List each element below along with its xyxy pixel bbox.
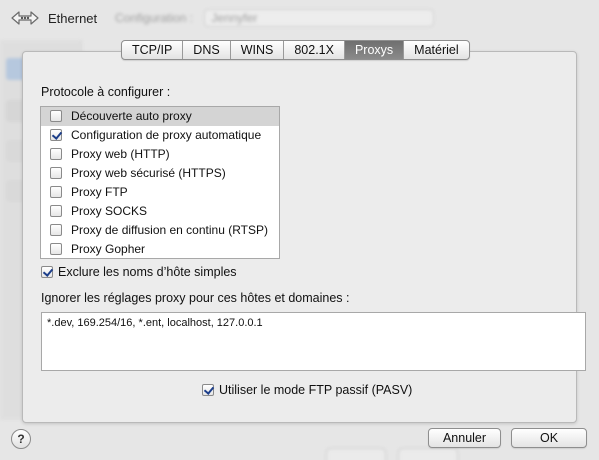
- help-button[interactable]: ?: [11, 429, 31, 449]
- checkbox-ftp[interactable]: [50, 186, 62, 198]
- checkbox-https[interactable]: [50, 167, 62, 179]
- protocol-label: Configuration de proxy automatique: [71, 128, 262, 142]
- protocol-row-https[interactable]: Proxy web sécurisé (HTTPS): [41, 164, 279, 183]
- checkbox-auto-discovery[interactable]: [50, 110, 62, 122]
- protocol-row-socks[interactable]: Proxy SOCKS: [41, 202, 279, 221]
- tab-bar: TCP/IP DNS WINS 802.1X Proxys Matériel: [121, 40, 470, 60]
- background-button: [326, 448, 386, 460]
- tab-materiel[interactable]: Matériel: [404, 41, 468, 59]
- tab-tcpip[interactable]: TCP/IP: [122, 41, 184, 59]
- protocol-label: Proxy SOCKS: [71, 204, 148, 218]
- protocol-row-ftp[interactable]: Proxy FTP: [41, 183, 279, 202]
- protocol-label: Proxy de diffusion en continu (RTSP): [71, 223, 268, 237]
- protocol-list[interactable]: Découverte auto proxy Configuration de p…: [40, 106, 280, 259]
- protocol-label: Proxy FTP: [71, 185, 128, 199]
- tab-8021x[interactable]: 802.1X: [284, 41, 345, 59]
- cancel-button[interactable]: Annuler: [428, 428, 501, 448]
- tab-dns[interactable]: DNS: [183, 41, 231, 59]
- protocol-row-http[interactable]: Proxy web (HTTP): [41, 145, 279, 164]
- protocol-label: Proxy web sécurisé (HTTPS): [71, 166, 226, 180]
- title-bar: Ethernet: [0, 0, 599, 36]
- protocol-label: Proxy web (HTTP): [71, 147, 170, 161]
- exclude-simple-hostnames[interactable]: Exclure les noms d’hôte simples: [41, 265, 237, 279]
- protocol-row-rtsp[interactable]: Proxy de diffusion en continu (RTSP): [41, 221, 279, 240]
- bypass-hosts-label: Ignorer les réglages proxy pour ces hôte…: [41, 291, 350, 305]
- window-title: Ethernet: [48, 11, 98, 26]
- protocol-label: Proxy Gopher: [71, 242, 146, 256]
- checkbox-gopher[interactable]: [50, 243, 62, 255]
- protocol-list-label: Protocole à configurer :: [41, 85, 171, 99]
- checkbox-auto-config[interactable]: [50, 129, 62, 141]
- passive-ftp-option[interactable]: Utiliser le mode FTP passif (PASV): [202, 383, 412, 397]
- protocol-row-gopher[interactable]: Proxy Gopher: [41, 240, 279, 258]
- ok-button[interactable]: OK: [511, 428, 587, 448]
- passive-ftp-label: Utiliser le mode FTP passif (PASV): [219, 383, 413, 397]
- background-button: [398, 448, 458, 460]
- protocol-label: Découverte auto proxy: [71, 109, 192, 123]
- checkbox-rtsp[interactable]: [50, 224, 62, 236]
- passive-ftp-checkbox[interactable]: [202, 384, 214, 396]
- exclude-simple-hostnames-label: Exclure les noms d’hôte simples: [58, 265, 237, 279]
- protocol-row-auto-config[interactable]: Configuration de proxy automatique: [41, 126, 279, 145]
- checkbox-http[interactable]: [50, 148, 62, 160]
- ethernet-arrows-icon: [11, 11, 39, 25]
- checkbox-socks[interactable]: [50, 205, 62, 217]
- tab-proxys[interactable]: Proxys: [344, 41, 405, 59]
- tab-wins[interactable]: WINS: [231, 41, 285, 59]
- bypass-hosts-field[interactable]: *.dev, 169.254/16, *.ent, localhost, 127…: [41, 312, 586, 371]
- exclude-simple-hostnames-checkbox[interactable]: [41, 266, 53, 278]
- protocol-row-auto-discovery[interactable]: Découverte auto proxy: [41, 107, 279, 126]
